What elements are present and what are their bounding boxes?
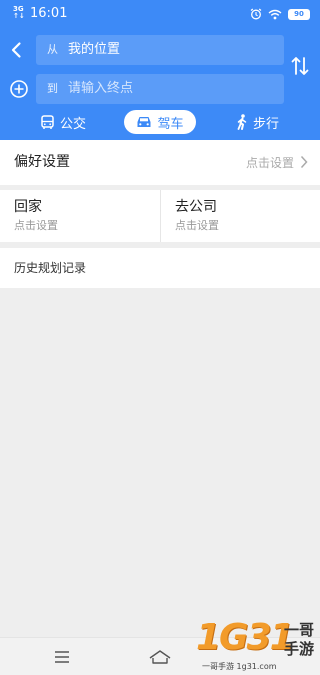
preferences-hint: 点击设置 xyxy=(245,156,294,170)
back-button[interactable] xyxy=(7,40,27,60)
watermark-logo: 1G31 一哥 手游 一哥手游 1g31.com xyxy=(196,616,318,674)
tab-walk-label: 步行 xyxy=(253,116,280,132)
shortcut-row: 回家 点击设置 去公司 点击设置 xyxy=(0,190,320,242)
destination-field[interactable]: 到 请输入终点 xyxy=(36,74,284,104)
go-home-title: 回家 xyxy=(14,199,42,215)
add-circle-icon xyxy=(10,80,28,98)
go-home-button[interactable]: 回家 点击设置 xyxy=(0,190,160,242)
chevron-right-icon xyxy=(300,155,308,169)
tab-bus[interactable]: 公交 xyxy=(40,110,86,134)
tab-bus-label: 公交 xyxy=(60,116,87,132)
swap-vertical-icon xyxy=(291,57,309,75)
go-work-hint: 点击设置 xyxy=(175,219,219,232)
origin-field[interactable]: 从 我的位置 xyxy=(36,35,284,65)
battery-indicator: 90 xyxy=(288,8,310,20)
travel-mode-tabs: 公交 驾车 步行 xyxy=(0,108,320,136)
history-title: 历史规划记录 xyxy=(14,261,87,275)
tab-car[interactable]: 驾车 xyxy=(124,110,196,134)
history-section: 历史规划记录 xyxy=(0,248,320,288)
route-header: 3G ↑↓ 16:01 90 从 我的位置 到 请输入终点 公交 驾车 步行 xyxy=(0,0,320,140)
preferences-row[interactable]: 偏好设置 点击设置 xyxy=(0,140,320,185)
chevron-left-icon xyxy=(11,42,21,58)
add-waypoint-button[interactable] xyxy=(9,79,29,99)
car-icon xyxy=(137,117,151,127)
watermark-side-bottom: 手游 xyxy=(284,640,315,658)
watermark-caption: 一哥手游 1g31.com xyxy=(202,662,277,671)
destination-prefix: 到 xyxy=(47,82,58,95)
destination-input[interactable]: 请输入终点 xyxy=(68,81,133,97)
origin-value: 我的位置 xyxy=(68,42,121,57)
status-icons: 90 xyxy=(250,7,310,21)
swap-route-button[interactable] xyxy=(290,55,310,77)
tab-walk[interactable]: 步行 xyxy=(236,110,279,134)
menu-icon[interactable] xyxy=(54,650,70,664)
status-time: 16:01 xyxy=(30,6,68,21)
go-home-hint: 点击设置 xyxy=(14,219,58,232)
alarm-icon xyxy=(250,8,262,20)
network-activity: ↑↓ xyxy=(13,12,25,20)
go-work-title: 去公司 xyxy=(175,199,217,215)
origin-prefix: 从 xyxy=(47,43,58,56)
wifi-icon xyxy=(268,9,282,19)
home-icon[interactable] xyxy=(148,649,172,665)
watermark-big: 1G31 xyxy=(196,617,295,658)
bus-icon xyxy=(41,114,54,129)
watermark-side-top: 一哥 xyxy=(284,621,315,639)
preferences-title: 偏好设置 xyxy=(14,154,70,170)
go-work-button[interactable]: 去公司 点击设置 xyxy=(160,190,320,242)
status-bar: 3G ↑↓ 16:01 90 xyxy=(0,0,320,28)
tab-car-label: 驾车 xyxy=(157,116,184,132)
walk-icon xyxy=(237,114,247,130)
